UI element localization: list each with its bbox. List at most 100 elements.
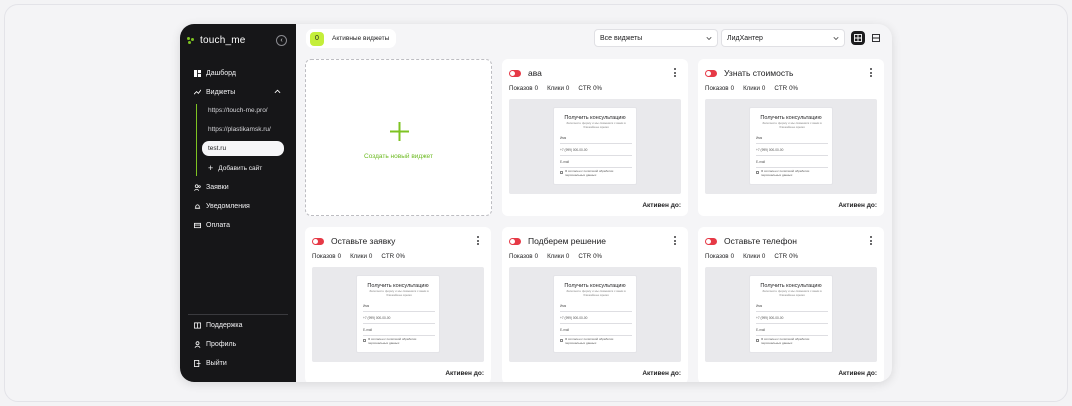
widget-toggle[interactable] xyxy=(705,237,717,245)
add-site-button[interactable]: + Добавить сайт xyxy=(208,164,262,173)
widget-filter-select[interactable]: Все виджеты xyxy=(594,29,718,47)
sidebar-item-support[interactable]: Поддержка xyxy=(194,320,243,330)
plus-icon xyxy=(390,122,409,141)
stat-value: 0 xyxy=(730,85,735,92)
widget-toggle[interactable] xyxy=(509,69,521,77)
sidebar-item-dashboard[interactable]: Дашборд xyxy=(194,68,236,78)
sidebar-item-label: Виджеты xyxy=(206,88,236,96)
widget-card[interactable]: Узнать стоимость Показов 0 Клики 0 CTR 0% П… xyxy=(698,59,884,216)
preview-email-label: E-mail xyxy=(756,160,766,164)
stat-label: Клики xyxy=(743,85,760,92)
preview-email-label: E-mail xyxy=(560,160,570,164)
active-count-badge: 0 xyxy=(310,31,324,46)
preview-email-label: E-mail xyxy=(363,328,373,332)
collapse-sidebar-button[interactable]: ‹ xyxy=(276,35,287,46)
preview-name-label: Имя xyxy=(363,304,370,308)
grid-view-button[interactable] xyxy=(851,31,865,45)
widget-toggle[interactable] xyxy=(705,69,717,77)
widget-card[interactable]: Подберем решение Показов 0 Клики 0 CTR 0% П… xyxy=(502,227,688,382)
widget-title: ава xyxy=(528,68,542,78)
stat-ctr: CTR 0% xyxy=(578,85,602,92)
list-view-button[interactable] xyxy=(869,31,883,45)
more-menu-icon[interactable] xyxy=(674,236,677,245)
grid-icon xyxy=(854,34,862,42)
sidebar-item-label: Дашборд xyxy=(206,69,236,77)
preview-field-line xyxy=(363,323,435,324)
preview-form-subtitle: Заполните форму и мы свяжемся с вами в б… xyxy=(762,289,822,297)
create-widget-card[interactable]: Создать новый виджет xyxy=(305,59,492,216)
sidebar-item-notifications[interactable]: Уведомления xyxy=(194,201,250,211)
widget-title: Оставьте заявку xyxy=(331,236,396,246)
stat-clicks: Клики 0 xyxy=(350,253,372,260)
sidebar-item-requests[interactable]: Заявки xyxy=(194,182,229,192)
preview-form-subtitle: Заполните форму и мы свяжемся с вами в б… xyxy=(762,121,822,129)
preview-field-line xyxy=(363,311,435,312)
widget-header: Узнать стоимость xyxy=(705,68,793,78)
preview-email-label: E-mail xyxy=(756,328,766,332)
preview-consent-text: Я согласен с политикой обработки персона… xyxy=(761,337,810,345)
preview-field-line xyxy=(756,143,828,144)
stat-shows: Показов 0 xyxy=(705,85,734,92)
more-menu-icon[interactable] xyxy=(870,68,873,77)
preview-phone-value: +7 (999) 000-00-00 xyxy=(756,316,784,320)
preview-form: Получить консультацию Заполните форму и … xyxy=(749,275,833,353)
preview-form: Получить консультацию Заполните форму и … xyxy=(553,275,637,353)
checkbox-icon xyxy=(560,170,563,174)
sidebar-item-widgets[interactable]: Виджеты xyxy=(194,87,235,97)
stat-clicks: Клики 0 xyxy=(743,253,765,260)
chevron-left-icon: ‹ xyxy=(280,36,283,44)
widget-preview: Получить консультацию Заполните форму и … xyxy=(705,267,877,362)
sidebar-item-label: Уведомления xyxy=(206,202,250,210)
chevron-up-icon[interactable] xyxy=(274,88,281,95)
active-widgets-filter[interactable]: 0 Активные виджеты xyxy=(306,29,396,48)
sidebar-item-label: Заявки xyxy=(206,183,229,191)
plus-icon: + xyxy=(208,163,214,173)
preview-form: Получить консультацию Заполните форму и … xyxy=(356,275,440,353)
active-until-label: Активен до: xyxy=(642,202,681,209)
preview-field-line xyxy=(756,167,828,168)
preview-phone-value: +7 (999) 000-00-00 xyxy=(363,316,391,320)
site-link[interactable]: https://plastikamsk.ru/ xyxy=(208,126,271,133)
more-menu-icon[interactable] xyxy=(477,236,480,245)
sidebar-item-profile[interactable]: Профиль xyxy=(194,339,236,349)
widget-toggle[interactable] xyxy=(312,237,324,245)
stat-value: 0 xyxy=(730,253,735,260)
card-icon xyxy=(194,222,201,228)
user-icon xyxy=(194,340,201,348)
brand-name: touch_me xyxy=(200,35,246,46)
site-link[interactable]: https://touch-me.pro/ xyxy=(208,107,268,114)
active-widgets-label: Активные виджеты xyxy=(332,35,390,42)
widget-title: Оставьте телефон xyxy=(724,236,797,246)
project-select[interactable]: ЛидХантер xyxy=(721,29,845,47)
more-menu-icon[interactable] xyxy=(674,68,677,77)
preview-name-label: Имя xyxy=(560,136,567,140)
stat-label: CTR xyxy=(578,253,592,260)
stat-label: Клики xyxy=(547,253,564,260)
preview-consent: Я согласен с политикой обработки персона… xyxy=(756,337,828,345)
stat-label: Показов xyxy=(509,253,533,260)
sidebar-item-logout[interactable]: Выйти xyxy=(194,358,227,368)
widget-card[interactable]: Оставьте телефон Показов 0 Клики 0 CTR 0% П… xyxy=(698,227,884,382)
stat-value: 0% xyxy=(593,85,603,92)
sidebar-item-label: Оплата xyxy=(206,221,231,229)
checkbox-icon xyxy=(756,170,759,174)
widget-preview: Получить консультацию Заполните форму и … xyxy=(509,267,681,362)
widget-card[interactable]: ава Показов 0 Клики 0 CTR 0% Получить консу… xyxy=(502,59,688,216)
widget-toggle[interactable] xyxy=(509,237,521,245)
preview-field-line xyxy=(363,335,435,336)
preview-form-subtitle: Заполните форму и мы свяжемся с вами в б… xyxy=(566,121,626,129)
sidebar-item-label: Выйти xyxy=(206,359,227,367)
add-site-label: Добавить сайт xyxy=(218,165,263,172)
preview-field-line xyxy=(756,311,828,312)
site-link-active[interactable]: test.ru xyxy=(202,141,284,156)
more-menu-icon[interactable] xyxy=(870,236,873,245)
stat-value: 0 xyxy=(761,85,766,92)
widget-card[interactable]: Оставьте заявку Показов 0 Клики 0 CTR 0% По… xyxy=(305,227,491,382)
project-select-value: ЛидХантер xyxy=(727,34,763,42)
chevron-down-icon xyxy=(706,36,712,41)
stat-ctr: CTR 0% xyxy=(578,253,602,260)
widget-preview: Получить консультацию Заполните форму и … xyxy=(509,99,681,194)
preview-field-line xyxy=(560,143,632,144)
sidebar-item-payment[interactable]: Оплата xyxy=(194,220,230,230)
brand-logo[interactable]: touch_me xyxy=(187,35,246,46)
